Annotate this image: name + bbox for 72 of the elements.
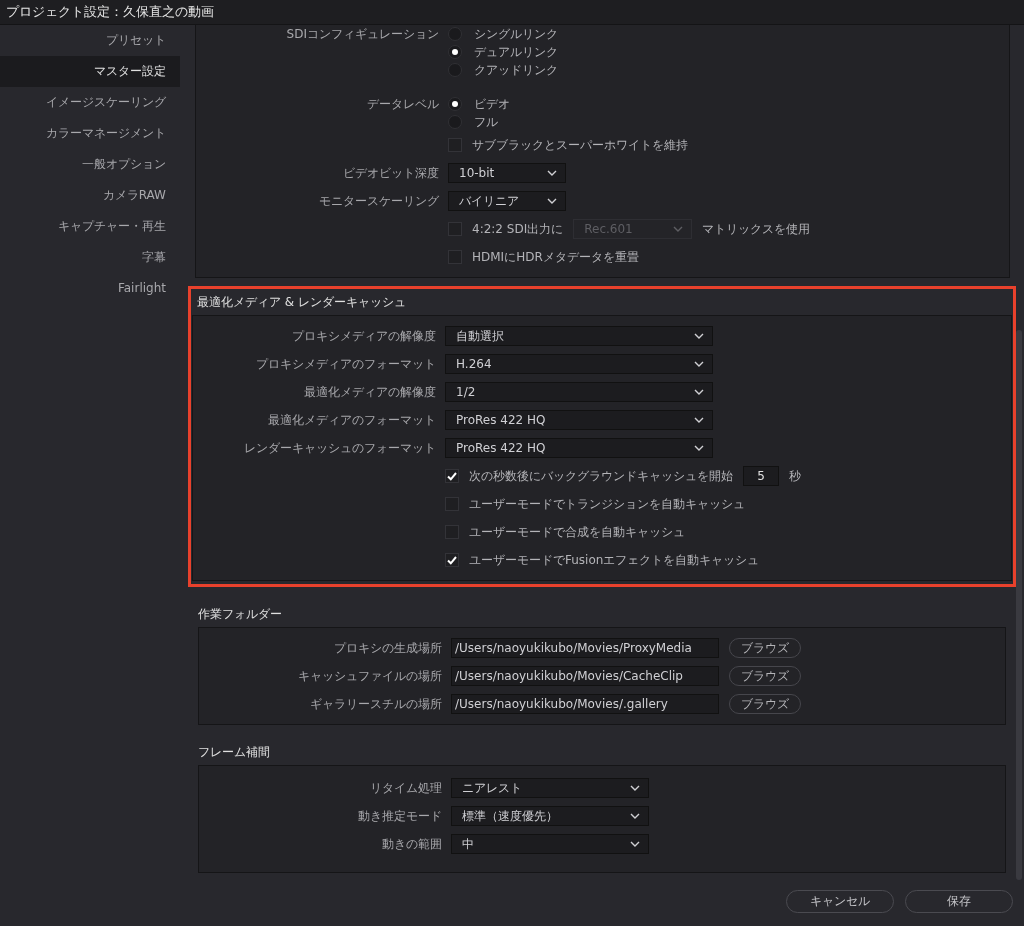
checkbox-label: サブブラックとスーパーホワイトを維持 bbox=[472, 136, 688, 154]
dropdown[interactable]: ProRes 422 HQ bbox=[445, 410, 713, 430]
sidebar-item[interactable]: キャプチャー・再生 bbox=[0, 211, 180, 242]
radio-label: デュアルリンク bbox=[474, 43, 558, 61]
radio-label: シングルリンク bbox=[474, 25, 558, 43]
sidebar-item[interactable]: カラーマネージメント bbox=[0, 118, 180, 149]
checkbox-label: ユーザーモードで合成を自動キャッシュ bbox=[469, 523, 685, 541]
radio-button[interactable] bbox=[448, 97, 462, 111]
chevron-down-icon bbox=[694, 445, 704, 451]
field-label: リタイム処理 bbox=[369, 779, 442, 797]
sidebar-item[interactable]: 字幕 bbox=[0, 242, 180, 273]
field-label: ギャラリースチルの場所 bbox=[309, 695, 442, 713]
section-title: 作業フォルダー bbox=[197, 606, 283, 623]
checkbox-label: 次の秒数後にバックグラウンドキャッシュを開始 bbox=[469, 467, 733, 485]
path-field[interactable]: /Users/naoyukikubo/Movies/ProxyMedia bbox=[451, 638, 719, 658]
sidebar-item[interactable]: カメラRAW bbox=[0, 180, 180, 211]
field-label: モニタースケーリング bbox=[318, 192, 439, 210]
dropdown[interactable]: 1/2 bbox=[445, 382, 713, 402]
dropdown[interactable]: 中 bbox=[451, 834, 649, 854]
field-label: 動きの範囲 bbox=[381, 835, 442, 853]
path-field[interactable]: /Users/naoyukikubo/Movies/CacheClip bbox=[451, 666, 719, 686]
sidebar-item[interactable]: 一般オプション bbox=[0, 149, 180, 180]
scrollbar[interactable] bbox=[1016, 330, 1022, 880]
checkbox-label: HDMIにHDRメタデータを重畳 bbox=[472, 248, 639, 266]
chevron-down-icon bbox=[547, 170, 557, 176]
field-label: 最適化メディアのフォーマット bbox=[267, 411, 436, 429]
field-label: プロキシメディアのフォーマット bbox=[255, 355, 436, 373]
chevron-down-icon bbox=[630, 841, 640, 847]
dropdown[interactable]: バイリニア bbox=[448, 191, 566, 211]
sidebar-item[interactable]: マスター設定 bbox=[0, 56, 180, 87]
radio-label: フル bbox=[474, 113, 498, 131]
dropdown[interactable]: ニアレスト bbox=[451, 778, 649, 798]
chevron-down-icon bbox=[673, 226, 684, 232]
checkbox-label: ユーザーモードでトランジションを自動キャッシュ bbox=[469, 495, 745, 513]
path-field[interactable]: /Users/naoyukikubo/Movies/.gallery bbox=[451, 694, 719, 714]
dropdown[interactable]: H.264 bbox=[445, 354, 713, 374]
field-label: レンダーキャッシュのフォーマット bbox=[243, 439, 436, 457]
radio-label: ビデオ bbox=[474, 95, 510, 113]
field-label: SDIコンフィギュレーション bbox=[285, 26, 439, 43]
chevron-down-icon bbox=[694, 389, 704, 395]
chevron-down-icon bbox=[630, 785, 640, 791]
field-label: ビデオビット深度 bbox=[342, 164, 439, 182]
checkbox-label: ユーザーモードでFusionエフェクトを自動キャッシュ bbox=[469, 551, 760, 569]
number-field[interactable]: 5 bbox=[743, 466, 779, 486]
checkbox-label: 4:2:2 SDI出力に bbox=[472, 220, 564, 238]
window-title: プロジェクト設定：久保直之の動画 bbox=[6, 3, 214, 21]
checkbox[interactable] bbox=[445, 469, 459, 483]
chevron-down-icon bbox=[694, 333, 704, 339]
section-title: 最適化メディア & レンダーキャッシュ bbox=[196, 294, 407, 311]
checkbox-label-suffix: マトリックスを使用 bbox=[702, 220, 811, 238]
checkbox[interactable] bbox=[445, 553, 459, 567]
radio-button[interactable] bbox=[448, 45, 462, 59]
dropdown[interactable]: 10-bit bbox=[448, 163, 566, 183]
sidebar-item[interactable]: イメージスケーリング bbox=[0, 87, 180, 118]
unit-label: 秒 bbox=[789, 467, 801, 485]
chevron-down-icon bbox=[630, 813, 640, 819]
section-title: フレーム補間 bbox=[197, 744, 271, 761]
chevron-down-icon bbox=[547, 198, 557, 204]
field-label: プロキシの生成場所 bbox=[333, 639, 442, 657]
radio-label: クアッドリンク bbox=[474, 61, 558, 79]
dropdown[interactable]: 標準（速度優先） bbox=[451, 806, 649, 826]
field-label: 最適化メディアの解像度 bbox=[303, 383, 436, 401]
sidebar-item[interactable]: Fairlight bbox=[0, 273, 180, 304]
dropdown[interactable]: ProRes 422 HQ bbox=[445, 438, 713, 458]
chevron-down-icon bbox=[694, 417, 704, 423]
field-label: データレベル bbox=[366, 96, 439, 113]
sidebar-item[interactable]: プリセット bbox=[0, 25, 180, 56]
chevron-down-icon bbox=[694, 361, 704, 367]
field-label: 動き推定モード bbox=[357, 807, 442, 825]
field-label: プロキシメディアの解像度 bbox=[291, 327, 436, 345]
field-label: キャッシュファイルの場所 bbox=[297, 667, 442, 685]
dropdown[interactable]: 自動選択 bbox=[445, 326, 713, 346]
